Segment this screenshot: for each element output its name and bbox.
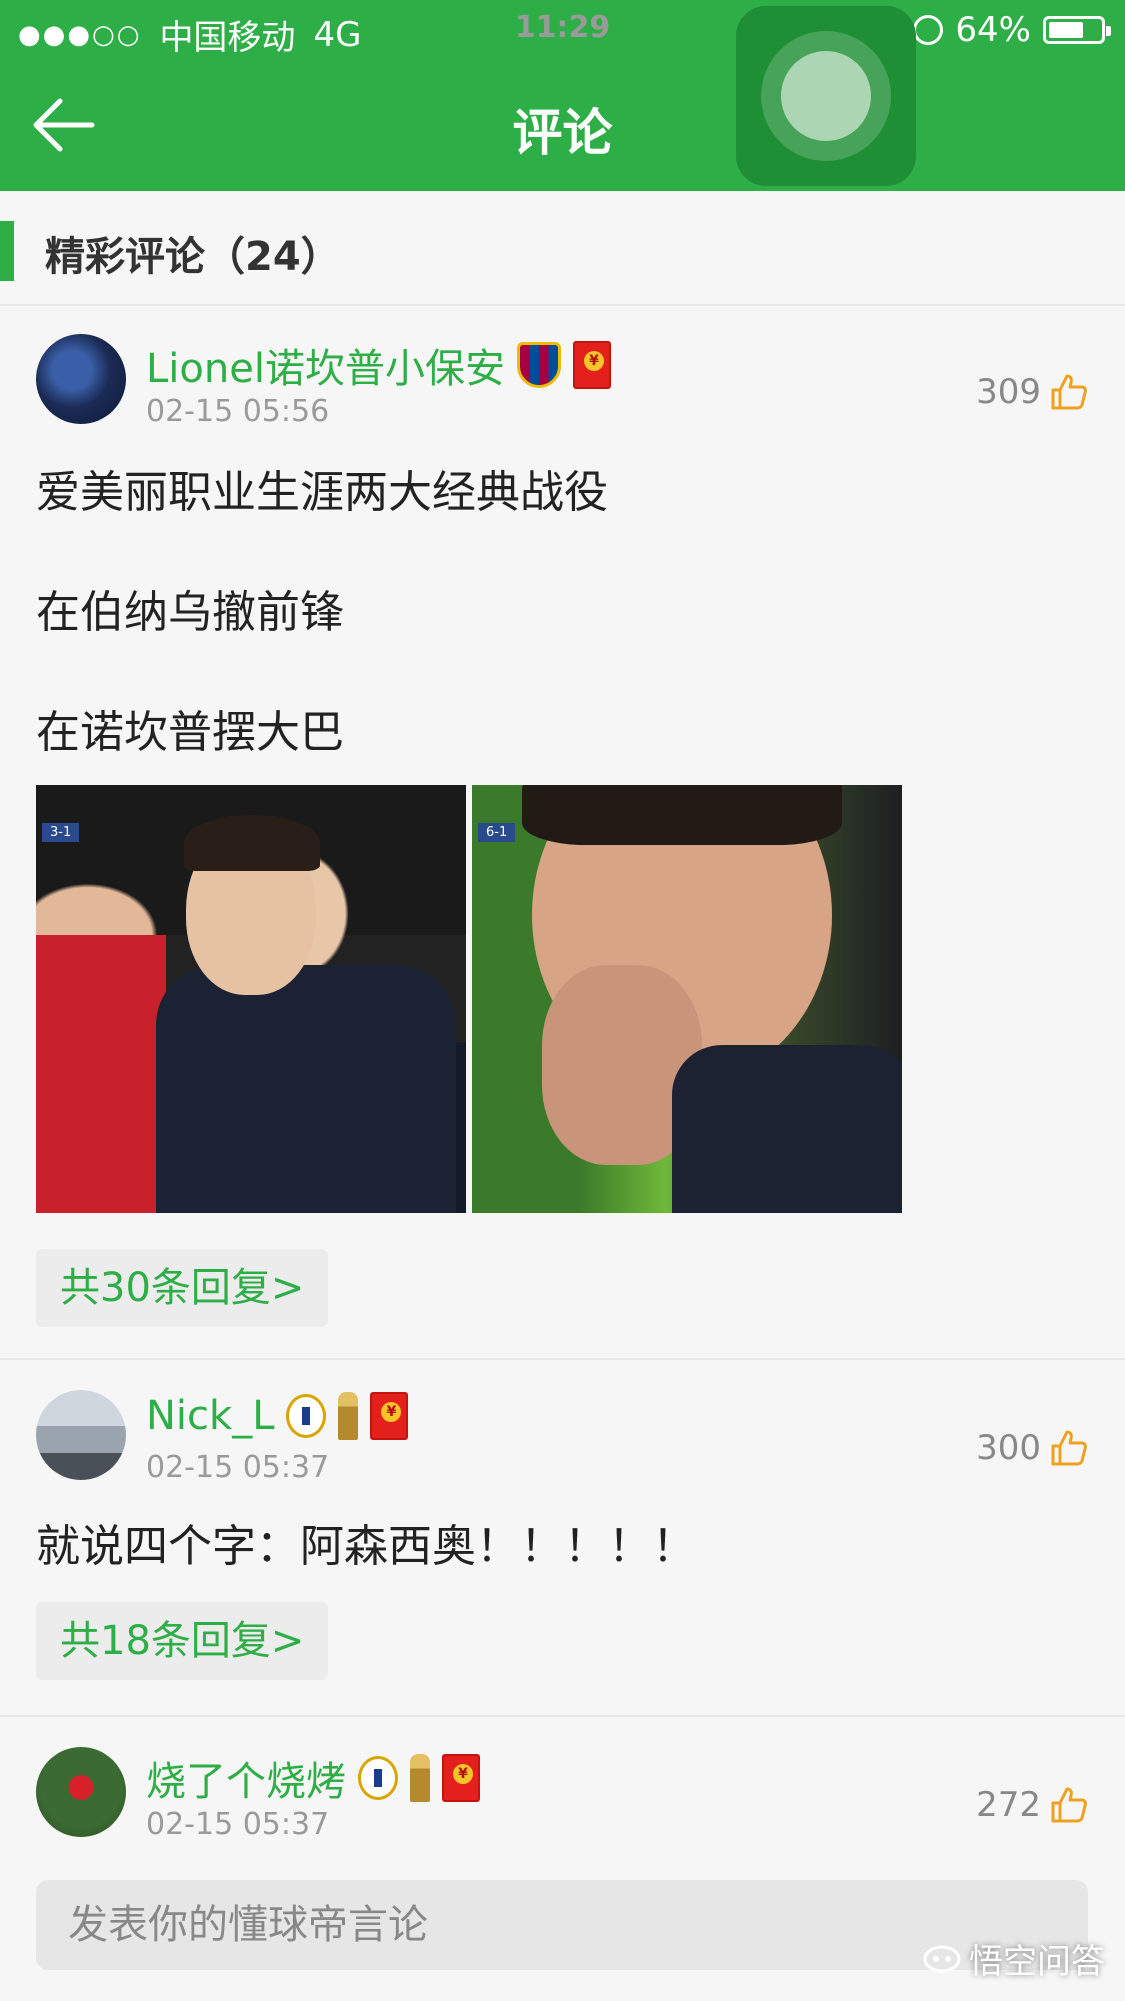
comment-time: 02-15 05:37 bbox=[146, 1450, 330, 1485]
barcelona-crest-icon bbox=[516, 342, 561, 388]
comment-item: 烧了个烧烤 02-15 05:37 272 bbox=[0, 1719, 1125, 1850]
thumbs-up-icon bbox=[1051, 374, 1087, 410]
red-envelope-icon bbox=[442, 1754, 480, 1802]
like-count: 300 bbox=[976, 1428, 1041, 1468]
app-header: ●●●○○ 中国移动 4G 11:29 64% 评论 bbox=[0, 0, 1125, 191]
thumbs-up-icon bbox=[1051, 1787, 1087, 1823]
watermark: 悟空问答 bbox=[923, 1934, 1105, 1983]
comment-image[interactable]: 6-1 bbox=[472, 785, 902, 1213]
section-title: 精彩评论（24） bbox=[45, 234, 341, 280]
real-madrid-crest-icon bbox=[286, 1394, 327, 1438]
comment-text-line: 爱美丽职业生涯两大经典战役 bbox=[36, 467, 608, 518]
comment-images: 3-1 6-1 bbox=[36, 785, 902, 1213]
rotation-lock-icon bbox=[913, 15, 944, 45]
comment-time: 02-15 05:37 bbox=[146, 1807, 330, 1842]
score-label: 6-1 bbox=[478, 823, 516, 842]
status-bar: ●●●○○ 中国移动 4G 11:29 64% bbox=[0, 0, 1125, 60]
trophy-icon bbox=[410, 1754, 430, 1802]
avatar[interactable] bbox=[36, 334, 126, 424]
real-madrid-crest-icon bbox=[358, 1756, 398, 1800]
avatar[interactable] bbox=[36, 1747, 126, 1837]
comment-text-line: 在诺坎普摆大巴 bbox=[36, 707, 344, 758]
comment-text-line: 在伯纳乌撤前锋 bbox=[36, 587, 344, 638]
comment-input-bar: 悟空问答 bbox=[0, 1850, 1125, 2001]
red-envelope-icon bbox=[572, 341, 611, 389]
comment-username[interactable]: Lionel诺坎普小保安 bbox=[146, 336, 505, 394]
comment-username[interactable]: Nick_L bbox=[146, 1393, 274, 1439]
score-label: 3-1 bbox=[42, 823, 80, 842]
like-button[interactable]: 300 bbox=[976, 1428, 1089, 1468]
like-count: 309 bbox=[976, 372, 1041, 412]
avatar[interactable] bbox=[36, 1390, 126, 1480]
comment-text-line: 就说四个字：阿森西奥！！！！！ bbox=[36, 1521, 696, 1572]
like-button[interactable]: 309 bbox=[976, 372, 1089, 412]
comment-time: 02-15 05:56 bbox=[146, 394, 330, 429]
battery-icon bbox=[1043, 16, 1111, 44]
comment-item: Nick_L 02-15 05:37 300 就说四个字：阿森西奥！！！！！ 共… bbox=[0, 1362, 1125, 1717]
wukong-logo-icon bbox=[923, 1945, 961, 1972]
view-replies-button[interactable]: 共30条回复> bbox=[36, 1249, 329, 1327]
comment-item: Lionel诺坎普小保安 02-15 05:56 309 爱美丽职业生涯两大经典… bbox=[0, 306, 1125, 1360]
like-count: 272 bbox=[976, 1785, 1041, 1825]
battery-percent: 64% bbox=[955, 10, 1031, 50]
section-accent-bar bbox=[0, 221, 14, 281]
floating-assistive-button[interactable] bbox=[736, 6, 916, 186]
trophy-icon bbox=[338, 1392, 359, 1440]
comment-username[interactable]: 烧了个烧烤 bbox=[146, 1749, 346, 1807]
watermark-text: 悟空问答 bbox=[969, 1942, 1105, 1982]
thumbs-up-icon bbox=[1051, 1430, 1087, 1466]
page-title: 评论 bbox=[512, 104, 613, 162]
view-replies-button[interactable]: 共18条回复> bbox=[36, 1602, 329, 1680]
like-button[interactable]: 272 bbox=[976, 1785, 1089, 1825]
red-envelope-icon bbox=[370, 1392, 409, 1440]
comment-image[interactable]: 3-1 bbox=[36, 785, 466, 1213]
section-header: 精彩评论（24） bbox=[0, 191, 1125, 306]
